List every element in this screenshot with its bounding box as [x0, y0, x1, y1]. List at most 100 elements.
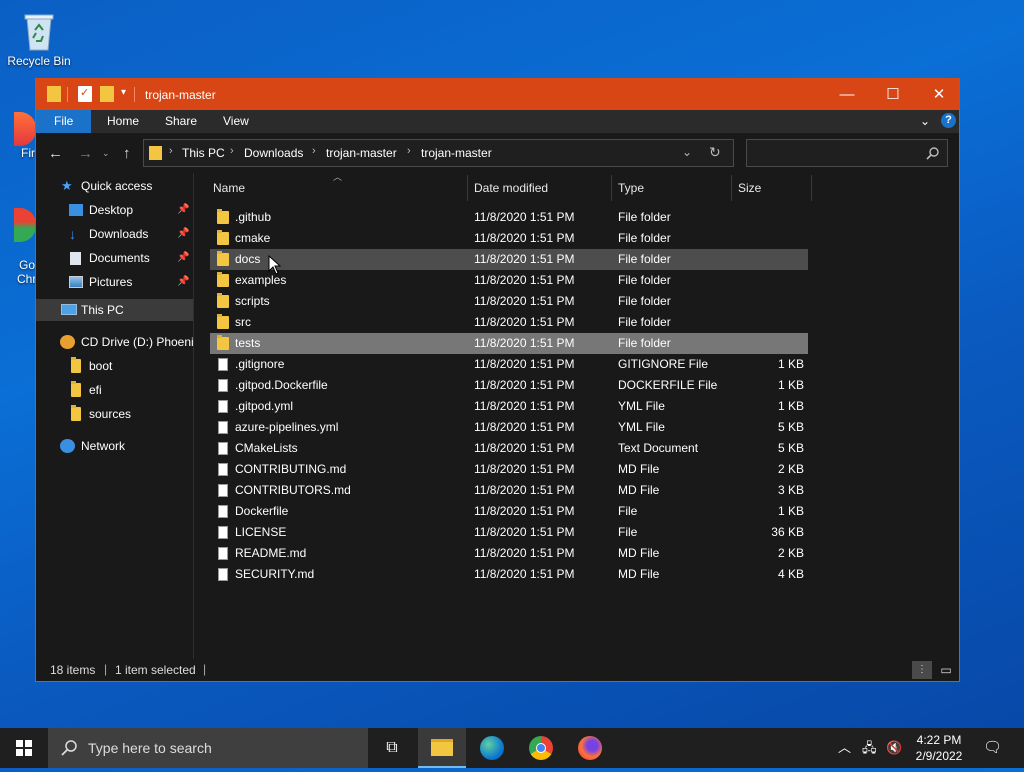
table-row[interactable]: .gitpod.Dockerfile 11/8/2020 1:51 PM DOCKE…: [210, 375, 808, 396]
nav-cd-drive[interactable]: CD Drive (D:) Phoenix: [36, 331, 193, 353]
file-type: GITIGNORE File: [618, 357, 709, 371]
large-icons-view-icon[interactable]: ▭: [937, 661, 955, 679]
recent-locations-chevron-icon[interactable]: ⌄: [102, 148, 110, 159]
nav-desktop[interactable]: Desktop 📌: [36, 199, 193, 221]
minimize-button[interactable]: —: [824, 79, 870, 110]
breadcrumb-trojan-master[interactable]: trojan-master: [421, 146, 492, 160]
column-header-type[interactable]: Type: [618, 173, 644, 203]
network-tray-icon[interactable]: 🖧: [862, 728, 877, 768]
table-row[interactable]: scripts 11/8/2020 1:51 PM File folder: [210, 291, 808, 312]
maximize-button[interactable]: ☐: [870, 79, 916, 110]
file-type: File folder: [618, 210, 671, 224]
taskbar-search-box[interactable]: Type here to search: [48, 728, 368, 768]
table-row[interactable]: README.md 11/8/2020 1:51 PM MD File 2 KB: [210, 543, 808, 564]
tab-file[interactable]: File: [36, 110, 92, 133]
details-view-icon[interactable]: ⋮: [912, 661, 932, 679]
table-row[interactable]: .gitignore 11/8/2020 1:51 PM GITIGNORE Fil…: [210, 354, 808, 375]
volume-muted-icon[interactable]: 🔇: [886, 728, 902, 768]
file-name: tests: [235, 336, 261, 350]
edge-taskbar-button[interactable]: [467, 728, 515, 768]
nav-this-pc[interactable]: This PC: [36, 299, 193, 321]
tab-share[interactable]: Share: [151, 110, 211, 133]
table-row[interactable]: .gitpod.yml 11/8/2020 1:51 PM YML File 1 KB: [210, 396, 808, 417]
nav-boot[interactable]: boot: [36, 355, 193, 377]
address-dropdown-chevron-icon[interactable]: ⌄: [682, 145, 692, 159]
file-name: .gitpod.yml: [235, 399, 294, 413]
pin-icon: 📌: [177, 204, 190, 215]
firefox-desktop-shortcut[interactable]: Fir: [14, 112, 36, 160]
tab-view[interactable]: View: [209, 110, 263, 133]
table-row[interactable]: Dockerfile 11/8/2020 1:51 PM File 1 KB: [210, 501, 808, 522]
nav-quick-access[interactable]: ★ Quick access: [36, 175, 193, 197]
file-name: azure-pipelines.yml: [235, 420, 339, 434]
table-row[interactable]: .github 11/8/2020 1:51 PM File folder: [210, 207, 808, 228]
back-arrow-icon[interactable]: ←: [48, 145, 63, 162]
nav-sources[interactable]: sources: [36, 403, 193, 425]
task-view-icon: ⧉: [386, 739, 398, 756]
nav-documents-label: Documents: [89, 251, 150, 265]
column-header-size[interactable]: Size: [738, 173, 761, 203]
start-button[interactable]: [0, 728, 48, 768]
document-icon: [218, 547, 228, 560]
file-explorer-taskbar-button[interactable]: [418, 728, 466, 768]
search-box[interactable]: [746, 139, 948, 167]
table-row[interactable]: CONTRIBUTING.md 11/8/2020 1:51 PM MD File 2…: [210, 459, 808, 480]
forward-arrow-icon[interactable]: →: [78, 145, 93, 162]
table-row[interactable]: tests 11/8/2020 1:51 PM File folder: [210, 333, 808, 354]
up-arrow-icon[interactable]: ↑: [123, 145, 131, 162]
breadcrumb-downloads[interactable]: Downloads: [244, 146, 303, 160]
help-icon[interactable]: ?: [941, 113, 956, 128]
file-size: 1 KB: [777, 378, 804, 392]
column-divider[interactable]: [811, 175, 812, 201]
properties-icon[interactable]: ✓: [78, 86, 92, 102]
file-size: 1 KB: [777, 504, 804, 518]
folder-icon: [149, 146, 162, 160]
column-header-name[interactable]: Name: [213, 173, 245, 203]
document-icon: [218, 568, 228, 581]
table-row[interactable]: cmake 11/8/2020 1:51 PM File folder: [210, 228, 808, 249]
column-divider[interactable]: [611, 175, 612, 201]
chrome-taskbar-button[interactable]: [516, 728, 564, 768]
table-row[interactable]: LICENSE 11/8/2020 1:51 PM File 36 KB: [210, 522, 808, 543]
column-header-date-modified[interactable]: Date modified: [474, 173, 548, 203]
table-row[interactable]: SECURITY.md 11/8/2020 1:51 PM MD File 4 KB: [210, 564, 808, 585]
close-button[interactable]: ✕: [916, 79, 962, 110]
file-size: 1 KB: [777, 399, 804, 413]
folder-icon: [217, 272, 229, 287]
table-row[interactable]: CMakeLists 11/8/2020 1:51 PM Text Document…: [210, 438, 808, 459]
clock[interactable]: 4:22 PM 2/9/2022: [912, 732, 966, 764]
sort-ascending-indicator-icon: ︿: [333, 172, 343, 182]
nav-network[interactable]: Network: [36, 435, 193, 457]
breadcrumb-trojan-master-parent[interactable]: trojan-master: [326, 146, 397, 160]
column-divider[interactable]: [731, 175, 732, 201]
tab-home[interactable]: Home: [93, 110, 153, 133]
table-row[interactable]: examples 11/8/2020 1:51 PM File folder: [210, 270, 808, 291]
nav-pictures[interactable]: Pictures 📌: [36, 271, 193, 293]
notifications-icon[interactable]: 🗨: [983, 728, 1002, 768]
file-date-modified: 11/8/2020 1:51 PM: [474, 315, 575, 329]
nav-downloads[interactable]: ↓ Downloads 📌: [36, 223, 193, 245]
chrome-desktop-shortcut[interactable]: Go Chr: [14, 208, 36, 286]
refresh-icon[interactable]: ↻: [709, 144, 721, 161]
file-date-modified: 11/8/2020 1:51 PM: [474, 252, 575, 266]
task-view-button[interactable]: ⧉: [368, 728, 416, 768]
breadcrumb-this-pc[interactable]: This PC: [182, 146, 225, 160]
nav-documents[interactable]: Documents 📌: [36, 247, 193, 269]
nav-efi[interactable]: efi: [36, 379, 193, 401]
customize-quick-access-chevron-icon[interactable]: ▾: [121, 87, 126, 98]
column-divider[interactable]: [467, 175, 468, 201]
expand-ribbon-chevron-icon[interactable]: ⌄: [920, 114, 930, 128]
table-row[interactable]: src 11/8/2020 1:51 PM File folder: [210, 312, 808, 333]
document-icon: [218, 526, 228, 539]
pin-icon: 📌: [177, 276, 190, 287]
address-bar[interactable]: › This PC › Downloads › trojan-master › …: [143, 139, 734, 167]
file-type: File folder: [618, 231, 671, 245]
firefox-taskbar-button[interactable]: [565, 728, 613, 768]
show-hidden-icons-chevron-icon[interactable]: ︿: [838, 728, 851, 768]
table-row[interactable]: CONTRIBUTORS.md 11/8/2020 1:51 PM MD File 3…: [210, 480, 808, 501]
table-row[interactable]: docs 11/8/2020 1:51 PM File folder: [210, 249, 808, 270]
table-row[interactable]: azure-pipelines.yml 11/8/2020 1:51 PM YML …: [210, 417, 808, 438]
recycle-bin-desktop-icon[interactable]: Recycle Bin: [4, 8, 74, 68]
title-bar[interactable]: ✓ ▾ trojan-master — ☐ ✕: [36, 79, 959, 110]
new-folder-icon[interactable]: [100, 86, 114, 102]
